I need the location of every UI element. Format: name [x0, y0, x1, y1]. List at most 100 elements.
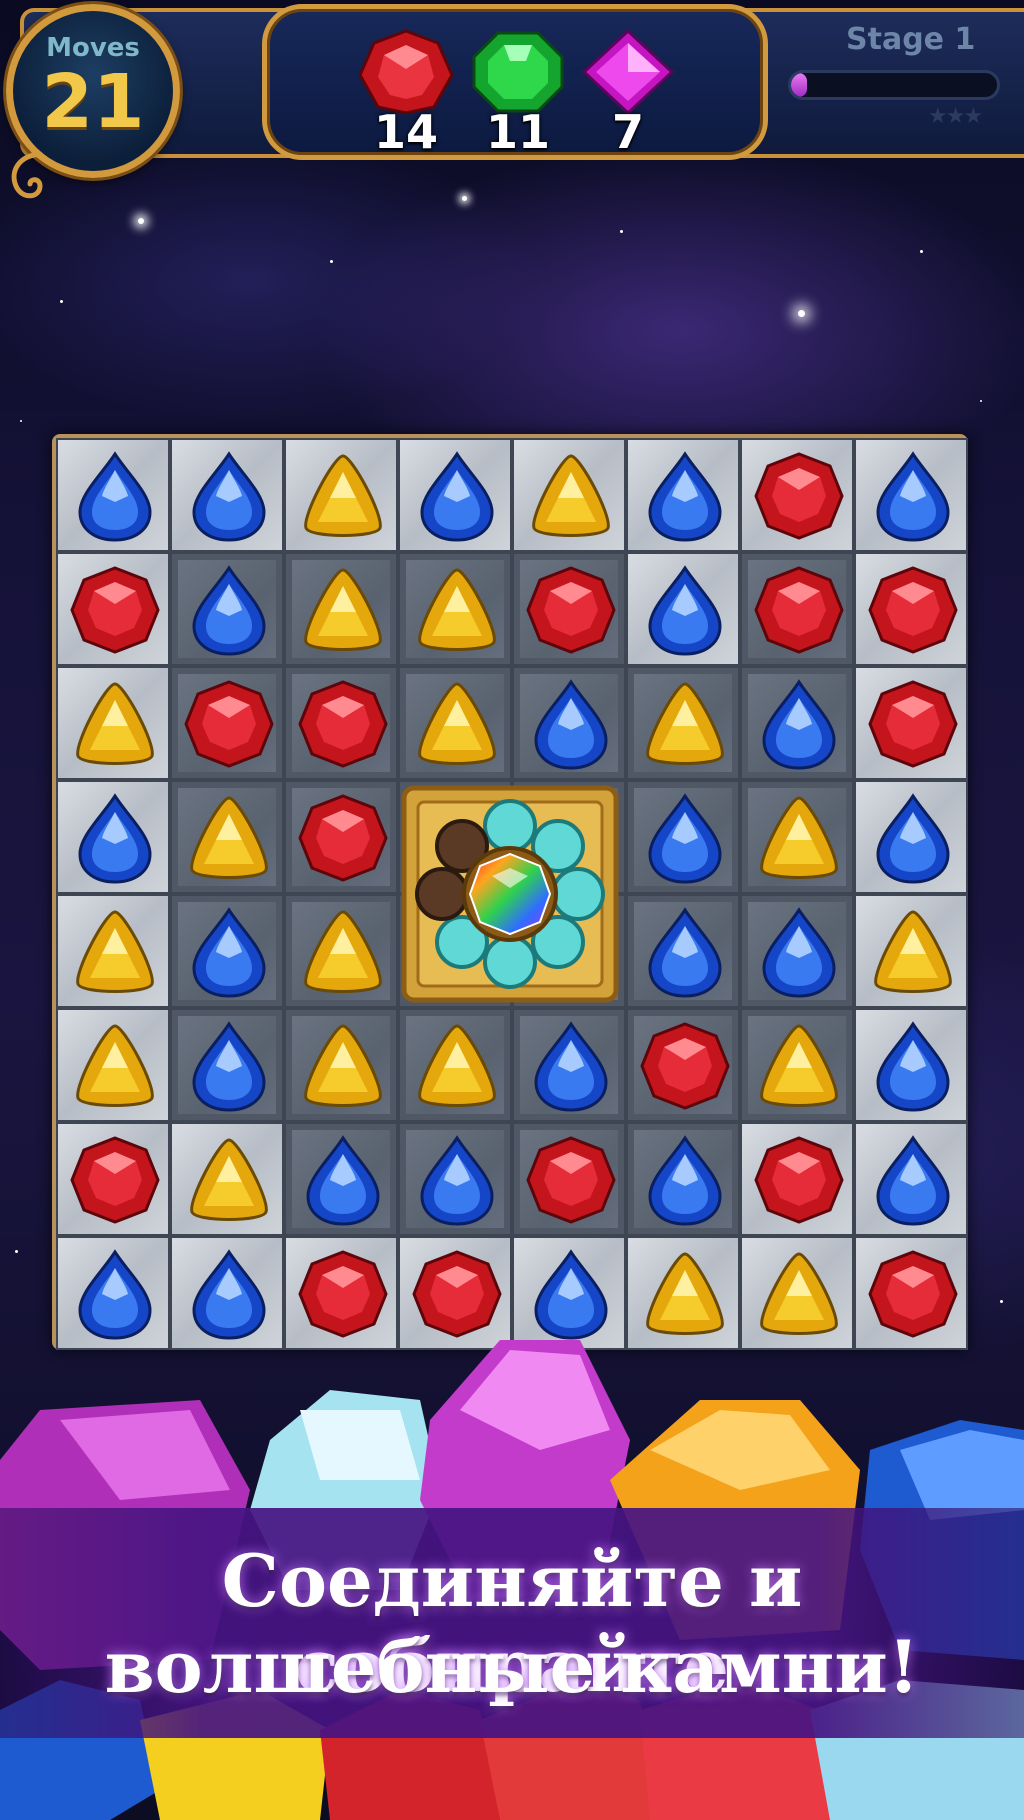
board-cell[interactable] [284, 780, 398, 894]
board-cell[interactable] [56, 438, 170, 552]
board-cell[interactable] [56, 1122, 170, 1236]
board-cell[interactable] [740, 552, 854, 666]
board-cell[interactable] [170, 780, 284, 894]
yellow-gem-icon[interactable] [296, 450, 390, 544]
blue-gem-icon[interactable] [182, 1020, 276, 1114]
board-cell[interactable] [512, 552, 626, 666]
red-gem-icon[interactable] [296, 792, 390, 886]
red-gem-icon[interactable] [638, 1020, 732, 1114]
board-cell[interactable] [398, 666, 512, 780]
board-cell[interactable] [740, 666, 854, 780]
board-cell[interactable] [626, 552, 740, 666]
yellow-gem-icon[interactable] [182, 792, 276, 886]
blue-gem-icon[interactable] [638, 792, 732, 886]
board-cell[interactable] [398, 1008, 512, 1122]
yellow-gem-icon[interactable] [866, 906, 960, 1000]
board-cell[interactable] [398, 552, 512, 666]
board-cell[interactable] [512, 1008, 626, 1122]
board-cell[interactable] [626, 1122, 740, 1236]
blue-gem-icon[interactable] [638, 906, 732, 1000]
board-cell[interactable] [854, 1122, 968, 1236]
blue-gem-icon[interactable] [866, 1020, 960, 1114]
yellow-gem-icon[interactable] [182, 1134, 276, 1228]
red-gem-icon[interactable] [182, 678, 276, 772]
red-gem-icon[interactable] [752, 1134, 846, 1228]
blue-gem-icon[interactable] [410, 450, 504, 544]
board-cell[interactable] [170, 894, 284, 1008]
blue-gem-icon[interactable] [524, 1020, 618, 1114]
yellow-gem-icon[interactable] [752, 792, 846, 886]
board-cell[interactable] [170, 438, 284, 552]
yellow-gem-icon[interactable] [410, 564, 504, 658]
yellow-gem-icon[interactable] [68, 678, 162, 772]
blue-gem-icon[interactable] [524, 678, 618, 772]
board-cell[interactable] [398, 1122, 512, 1236]
board-cell[interactable] [512, 438, 626, 552]
board-cell[interactable] [284, 438, 398, 552]
board-cell[interactable] [740, 1122, 854, 1236]
board-cell[interactable] [170, 666, 284, 780]
blue-gem-icon[interactable] [182, 564, 276, 658]
yellow-gem-icon[interactable] [752, 1248, 846, 1342]
red-gem-icon[interactable] [410, 1248, 504, 1342]
blue-gem-icon[interactable] [68, 1248, 162, 1342]
red-gem-icon[interactable] [752, 564, 846, 658]
board-cell[interactable] [740, 438, 854, 552]
board-cell[interactable] [626, 780, 740, 894]
yellow-gem-icon[interactable] [524, 450, 618, 544]
red-gem-icon[interactable] [68, 564, 162, 658]
yellow-gem-icon[interactable] [752, 1020, 846, 1114]
red-gem-icon[interactable] [68, 1134, 162, 1228]
board-cell[interactable] [740, 780, 854, 894]
board-cell[interactable] [512, 1122, 626, 1236]
board-cell[interactable] [284, 894, 398, 1008]
board-cell[interactable] [170, 1008, 284, 1122]
board-cell[interactable] [398, 438, 512, 552]
blue-gem-icon[interactable] [182, 1248, 276, 1342]
blue-gem-icon[interactable] [638, 450, 732, 544]
board-cell[interactable] [170, 552, 284, 666]
yellow-gem-icon[interactable] [638, 1248, 732, 1342]
board-cell[interactable] [56, 1008, 170, 1122]
red-gem-icon[interactable] [752, 450, 846, 544]
board-cell[interactable] [284, 1008, 398, 1122]
yellow-gem-icon[interactable] [638, 678, 732, 772]
board-cell[interactable] [512, 666, 626, 780]
red-gem-icon[interactable] [866, 1248, 960, 1342]
yellow-gem-icon[interactable] [68, 906, 162, 1000]
red-gem-icon[interactable] [296, 678, 390, 772]
board-cell[interactable] [56, 552, 170, 666]
board-cell[interactable] [854, 780, 968, 894]
board-cell[interactable] [626, 894, 740, 1008]
board-cell[interactable] [284, 666, 398, 780]
blue-gem-icon[interactable] [638, 564, 732, 658]
board-cell[interactable] [740, 894, 854, 1008]
blue-gem-icon[interactable] [68, 792, 162, 886]
blue-gem-icon[interactable] [638, 1134, 732, 1228]
board-cell[interactable] [854, 666, 968, 780]
board-cell[interactable] [284, 552, 398, 666]
red-gem-icon[interactable] [866, 564, 960, 658]
yellow-gem-icon[interactable] [410, 1020, 504, 1114]
yellow-gem-icon[interactable] [296, 1020, 390, 1114]
board-cell[interactable] [854, 1008, 968, 1122]
red-gem-icon[interactable] [296, 1248, 390, 1342]
board-cell[interactable] [56, 666, 170, 780]
blue-gem-icon[interactable] [866, 450, 960, 544]
board-cell[interactable] [854, 438, 968, 552]
board-cell[interactable] [740, 1008, 854, 1122]
blue-gem-icon[interactable] [68, 450, 162, 544]
blue-gem-icon[interactable] [866, 1134, 960, 1228]
yellow-gem-icon[interactable] [410, 678, 504, 772]
red-gem-icon[interactable] [866, 678, 960, 772]
board-cell[interactable] [626, 438, 740, 552]
board-cell[interactable] [170, 1122, 284, 1236]
blue-gem-icon[interactable] [866, 792, 960, 886]
blue-gem-icon[interactable] [296, 1134, 390, 1228]
rainbow-bomb-booster[interactable] [400, 784, 620, 1004]
blue-gem-icon[interactable] [410, 1134, 504, 1228]
board-cell[interactable] [284, 1122, 398, 1236]
board-cell[interactable] [626, 666, 740, 780]
board-cell[interactable] [854, 894, 968, 1008]
blue-gem-icon[interactable] [752, 678, 846, 772]
